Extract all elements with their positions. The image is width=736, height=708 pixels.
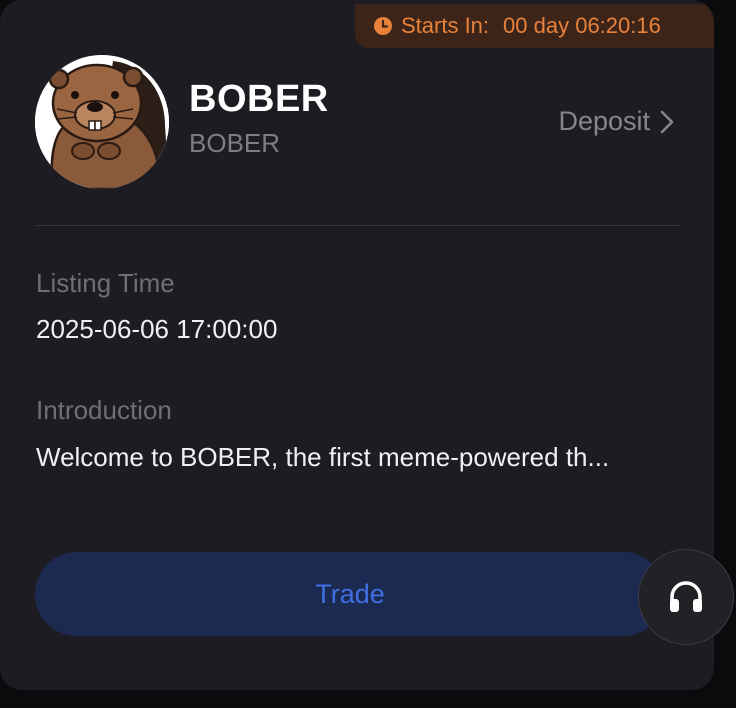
introduction-text: Welcome to BOBER, the first meme-powered… xyxy=(36,442,610,472)
starts-in-badge: Starts In: 00 day 06:20:16 xyxy=(355,4,714,48)
support-button[interactable] xyxy=(638,549,734,645)
listing-time-value: 2025-06-06 17:00:00 xyxy=(36,314,278,344)
beaver-avatar xyxy=(35,55,169,189)
token-symbol: BOBER xyxy=(189,128,281,158)
clock-icon xyxy=(373,16,393,36)
divider xyxy=(35,225,680,226)
token-card: Starts In: 00 day 06:20:16 BOBER BOBER D… xyxy=(0,0,714,690)
starts-in-label: Starts In: xyxy=(401,13,490,38)
headset-icon xyxy=(665,576,707,618)
starts-in-countdown: 00 day 06:20:16 xyxy=(503,13,661,38)
deposit-link[interactable]: Deposit xyxy=(558,106,674,137)
chevron-right-icon xyxy=(660,110,674,134)
deposit-label: Deposit xyxy=(558,106,650,136)
listing-time-label: Listing Time xyxy=(36,268,175,298)
token-name: BOBER xyxy=(189,78,329,120)
trade-button[interactable]: Trade xyxy=(35,552,665,636)
introduction-label: Introduction xyxy=(36,395,172,425)
